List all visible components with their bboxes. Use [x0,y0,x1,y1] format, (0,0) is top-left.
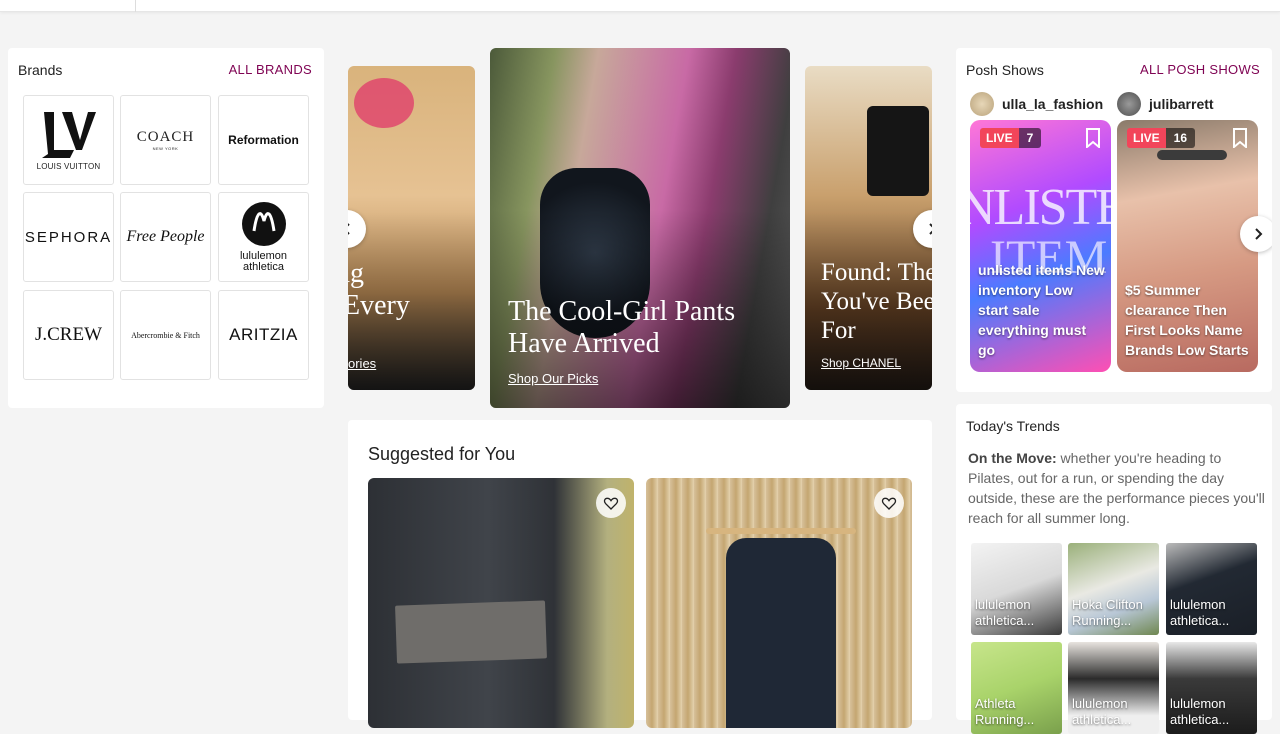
trend-item[interactable]: lululemon athletica... [1068,642,1159,734]
suggested-panel: Suggested for You [348,420,932,728]
brand-label: Abercrombie & Fitch [131,330,200,340]
brand-label: LOUIS VUITTON [36,161,101,171]
bookmark-button[interactable] [1085,128,1101,153]
suggested-title: Suggested for You [368,444,516,464]
trend-item-label: Hoka Clifton Running... [1072,597,1143,628]
all-posh-shows-link[interactable]: ALL POSH SHOWS [1140,62,1260,77]
brand-lululemon[interactable]: lululemon athletica [218,192,309,282]
trend-item[interactable]: Hoka Clifton Running... [1068,543,1159,635]
slide-next-title: Found: The You've Bee For [821,259,932,344]
brand-abercrombie[interactable]: Abercrombie & Fitch [120,290,211,380]
product-tag-image [395,600,547,664]
nav-divider [135,0,136,12]
product-hanger-image [706,528,856,534]
show-caption: $5 Summer clearance Then First Looks Nam… [1125,282,1249,358]
trends-description: On the Move: whether you're heading to P… [968,448,1268,528]
posh-shows-title: Posh Shows [966,62,1044,78]
shows-next-button[interactable] [1240,216,1272,252]
todays-trends-panel: Today's Trends On the Move: whether you'… [956,404,1272,734]
live-label: LIVE [980,128,1019,148]
trend-item-label: lululemon athletica... [1170,696,1230,727]
trend-item-label: Athleta Running... [975,696,1035,727]
shop-chanel-link[interactable]: Shop CHANEL [821,356,901,370]
posh-show-card[interactable]: NLISTE ITEM LIVE 7 unlisted items New in… [970,120,1111,372]
brand-louis-vuitton[interactable]: LOUIS VUITTON [23,95,114,185]
posh-show-card[interactable]: LIVE 16 $5 Summer clearance Then First L… [1117,120,1258,372]
all-brands-link[interactable]: ALL BRANDS [229,62,312,77]
shop-our-picks-link[interactable]: Shop Our Picks [508,371,598,386]
chevron-right-icon [1255,228,1263,240]
brands-title: Brands [18,62,63,78]
slide-image-handbag [867,106,929,196]
live-label: LIVE [1127,128,1166,148]
trends-lead: On the Move: [968,450,1057,466]
live-badge: LIVE 16 [1127,128,1196,148]
brand-reformation[interactable]: Reformation [218,95,309,185]
trend-item-label: lululemon athletica... [1170,597,1230,628]
chevron-left-icon [348,223,350,235]
brand-label: COACH [136,129,195,145]
heart-icon [603,497,619,510]
chevron-right-icon [929,223,932,235]
show-thumbnail-text: NLISTE [970,179,1111,236]
host-username: julibarrett [1149,96,1214,112]
posh-shows-header: Posh Shows ALL POSH SHOWS [966,62,1260,78]
trend-item[interactable]: lululemon athletica... [1166,642,1257,734]
brand-sephora[interactable]: SEPHORA [23,192,114,282]
avatar [1117,92,1141,116]
brand-free-people[interactable]: Free People [120,192,211,282]
posh-shows-panel: Posh Shows ALL POSH SHOWS ulla_la_fashio… [956,48,1272,392]
brand-coach[interactable]: COACH NEW YORK [120,95,211,185]
product-tank-image [726,538,836,728]
trend-item-label: lululemon athletica... [975,597,1035,628]
carousel-slide-active[interactable]: The Cool-Girl Pants Have Arrived Shop Ou… [490,48,790,408]
brands-panel: Brands ALL BRANDS LOUIS VUITTON COACH NE… [8,48,324,408]
brand-sublabel: NEW YORK [152,146,179,151]
slide-prev-link[interactable]: ories [348,356,376,371]
show-caption: unlisted items New inventory Low start s… [978,262,1105,358]
avatar [970,92,994,116]
brand-label: J.CREW [34,324,103,345]
slide-active-title: The Cool-Girl Pants Have Arrived [508,296,736,359]
louis-vuitton-logo-icon [42,111,97,158]
host-username: ulla_la_fashion [1002,96,1104,112]
featured-carousel: ng Every ories The Cool-Girl Pants Have … [348,48,932,410]
like-button[interactable] [596,488,626,518]
bookmark-button[interactable] [1232,128,1248,153]
brand-label: ARITZIA [229,325,298,344]
trend-item[interactable]: lululemon athletica... [971,543,1062,635]
brands-header: Brands ALL BRANDS [18,62,312,78]
carousel-slide-prev[interactable]: ng Every ories [348,66,475,390]
bookmark-icon [1233,128,1247,150]
show-thumbnail-hanger [1157,150,1227,160]
show-host[interactable]: julibarrett [1117,92,1214,116]
trend-item[interactable]: Athleta Running... [971,642,1062,734]
live-badge: LIVE 7 [980,128,1042,148]
brand-label: Reformation [228,133,299,147]
top-nav-bar [0,0,1280,12]
lululemon-logo-icon [241,202,286,246]
brand-label: Free People [126,228,205,245]
brand-label: SEPHORA [24,228,113,246]
show-host[interactable]: ulla_la_fashion [970,92,1103,116]
bookmark-icon [1086,128,1100,150]
heart-icon [881,497,897,510]
trend-item[interactable]: lululemon athletica... [1166,543,1257,635]
like-button[interactable] [874,488,904,518]
brand-jcrew[interactable]: J.CREW [23,290,114,380]
trends-title: Today's Trends [966,418,1060,434]
viewer-count: 16 [1165,128,1196,148]
suggested-product[interactable] [646,478,912,728]
brand-label: lululemon athletica [239,250,288,273]
trend-item-label: lululemon athletica... [1072,696,1132,727]
viewer-count: 7 [1018,128,1042,148]
brand-aritzia[interactable]: ARITZIA [218,290,309,380]
slide-image-hat [354,78,414,128]
suggested-product[interactable] [368,478,634,728]
slide-prev-title: ng Every [348,258,410,321]
